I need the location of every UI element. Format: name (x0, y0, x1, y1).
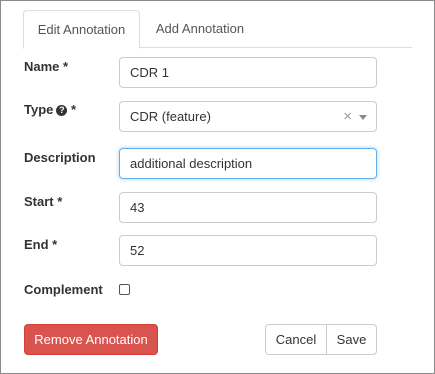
remove-annotation-button[interactable]: Remove Annotation (24, 324, 158, 355)
tab-add-annotation[interactable]: Add Annotation (140, 10, 260, 48)
type-select-value: CDR (feature) (130, 109, 211, 124)
cancel-button[interactable]: Cancel (265, 324, 327, 355)
tab-edit-annotation[interactable]: Edit Annotation (23, 10, 140, 49)
type-label-group: Type? * (24, 102, 76, 117)
type-select[interactable]: CDR (feature) × (119, 101, 377, 132)
clear-icon[interactable]: × (343, 102, 352, 131)
type-required-mark: * (71, 102, 77, 117)
annotation-tabs: Edit Annotation Add Annotation (23, 10, 412, 49)
complement-label: Complement (24, 282, 103, 297)
start-input[interactable]: 43 (119, 192, 377, 223)
type-label: Type (24, 102, 54, 117)
save-button[interactable]: Save (326, 324, 377, 355)
start-label: Start * (24, 194, 63, 209)
description-input[interactable]: additional description (119, 148, 377, 179)
end-label: End * (24, 237, 58, 252)
name-input[interactable]: CDR 1 (119, 57, 377, 88)
question-circle-icon[interactable]: ? (56, 105, 68, 116)
end-input[interactable]: 52 (119, 235, 377, 266)
description-label: Description (24, 150, 96, 165)
name-label: Name * (24, 59, 69, 74)
annotation-panel: Edit Annotation Add Annotation Name * CD… (0, 0, 435, 374)
complement-checkbox[interactable] (119, 284, 130, 295)
chevron-down-icon[interactable] (359, 115, 367, 120)
